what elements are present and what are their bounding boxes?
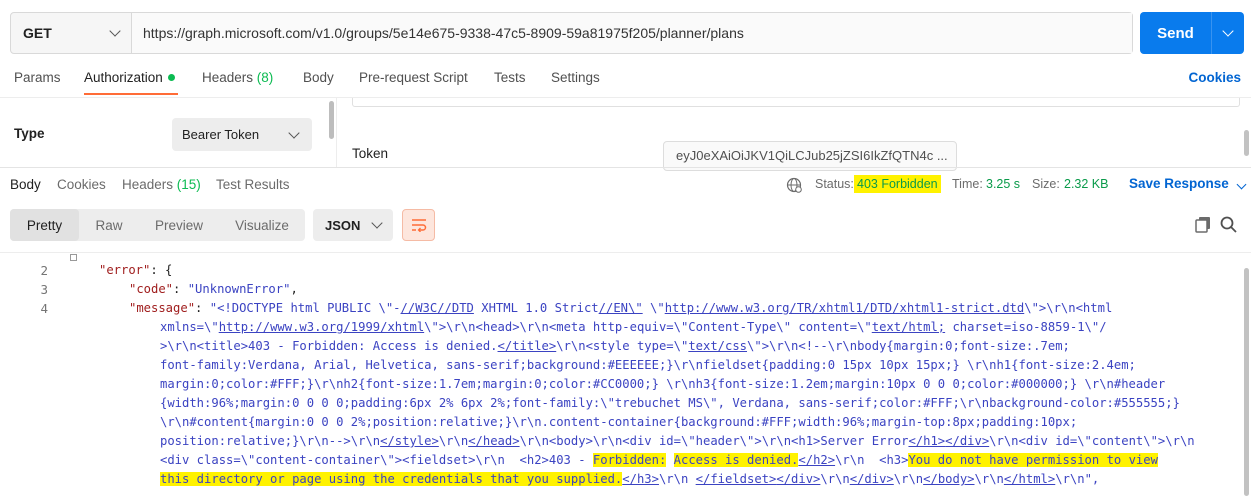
- tab-params[interactable]: Params: [14, 70, 61, 85]
- panel-divider: [336, 98, 337, 168]
- send-button-group: Send: [1140, 12, 1244, 54]
- view-pretty[interactable]: Pretty: [10, 209, 79, 241]
- chevron-down-icon: [109, 25, 121, 37]
- size-label: Size:: [1032, 177, 1060, 191]
- message-wrap-line: position:relative;}\r\n-->\r\n</style>\r…: [160, 434, 1195, 448]
- method-label: GET: [23, 25, 52, 41]
- right-scrollbar[interactable]: [1244, 130, 1249, 156]
- search-icon[interactable]: [1220, 216, 1237, 233]
- tab-settings[interactable]: Settings: [551, 70, 600, 85]
- response-scrollbar[interactable]: [1244, 268, 1249, 496]
- format-value: JSON: [325, 217, 361, 233]
- tab-response-headers[interactable]: Headers (15): [122, 177, 201, 192]
- message-wrap-line: margin:0;color:#FFF;}\r\nh2{font-size:1.…: [160, 377, 1166, 391]
- globe-icon[interactable]: [786, 177, 802, 193]
- request-tabs: Params Authorization Headers (8) Body Pr…: [0, 66, 1251, 97]
- highlight-forbidden: Forbidden:: [592, 453, 667, 467]
- response-body-viewer[interactable]: 2 3 4 "error": { "code": "UnknownError",…: [0, 252, 1251, 498]
- highlight-credentials: this directory or page using the credent…: [160, 472, 623, 486]
- active-dot: [167, 74, 175, 81]
- auth-type-select[interactable]: Bearer Token: [172, 118, 312, 151]
- message-wrap-line: font-family:Verdana, Arial, Helvetica, s…: [160, 358, 1136, 372]
- view-mode-selector: Pretty Raw Preview Visualize: [10, 209, 305, 241]
- view-visualize[interactable]: Visualize: [219, 209, 305, 241]
- chevron-down-icon: [288, 126, 300, 139]
- time-value: 3.25 s: [986, 177, 1021, 191]
- auth-type-value: Bearer Token: [182, 127, 260, 142]
- highlight-permission: You do not have permission to view: [908, 453, 1158, 467]
- tab-body[interactable]: Body: [303, 70, 334, 85]
- info-box: [352, 98, 1240, 107]
- time-label: Time:: [952, 177, 983, 191]
- status-badge: 403 Forbidden: [854, 175, 941, 193]
- line-number: 2: [40, 263, 48, 278]
- send-button[interactable]: Send: [1140, 12, 1211, 54]
- authorization-panel: Type Bearer Token Token eyJ0eXAiOiJKV1Qi…: [0, 97, 1251, 171]
- message-wrap-line: {width:96%;margin:0 0 0 0;padding:6px 2%…: [160, 396, 1180, 410]
- line-number: 4: [40, 301, 48, 316]
- tab-response-body[interactable]: Body: [10, 177, 41, 192]
- line-number: 3: [40, 282, 48, 297]
- highlight-access-denied: Access is denied.: [673, 453, 799, 467]
- message-wrap-line: >\r\n<title>403 - Forbidden: Access is d…: [160, 339, 1070, 353]
- copy-icon[interactable]: [1195, 216, 1211, 233]
- method-select[interactable]: GET: [11, 13, 132, 53]
- chevron-down-icon: [1236, 179, 1247, 190]
- type-label: Type: [14, 126, 45, 141]
- message-wrap-line: xmlns=\"http://www.w3.org/1999/xhtml\">\…: [160, 320, 1107, 334]
- tab-test-results[interactable]: Test Results: [216, 177, 290, 192]
- view-raw[interactable]: Raw: [79, 209, 139, 241]
- message-wrap-line: \r\n#content{margin:0 0 0 2%;position:re…: [160, 415, 1078, 429]
- code-line-2: "error": {: [99, 263, 173, 277]
- tab-pre-request-script[interactable]: Pre-request Script: [359, 70, 468, 85]
- code-line-4: "message": "<!DOCTYPE html PUBLIC \"-//W…: [129, 301, 1113, 315]
- request-bar: GET https://graph.microsoft.com/v1.0/gro…: [10, 12, 1133, 54]
- tab-authorization[interactable]: Authorization: [84, 70, 175, 85]
- cookies-link[interactable]: Cookies: [1188, 70, 1241, 85]
- url-text: https://graph.microsoft.com/v1.0/groups/…: [143, 25, 744, 41]
- message-wrap-line: <div class=\"content-container\"><fields…: [160, 453, 1158, 467]
- wrap-lines-button[interactable]: [402, 209, 435, 241]
- token-label: Token: [352, 146, 389, 161]
- format-select[interactable]: JSON: [313, 209, 393, 241]
- left-scrollbar[interactable]: [329, 101, 334, 139]
- fold-toggle-icon[interactable]: [70, 254, 77, 261]
- chevron-down-icon: [1222, 25, 1234, 37]
- save-response-button[interactable]: Save Response: [1129, 176, 1247, 191]
- message-wrap-line: this directory or page using the credent…: [160, 472, 1100, 486]
- tab-headers[interactable]: Headers (8): [202, 70, 273, 85]
- send-options-button[interactable]: [1211, 12, 1244, 54]
- tab-response-cookies[interactable]: Cookies: [57, 177, 106, 192]
- url-input[interactable]: https://graph.microsoft.com/v1.0/groups/…: [132, 13, 1132, 53]
- code-line-3: "code": "UnknownError",: [129, 282, 298, 296]
- view-preview[interactable]: Preview: [139, 209, 219, 241]
- response-tabs: Body Cookies Headers (15) Test Results S…: [0, 167, 1251, 202]
- wrap-lines-icon: [411, 219, 426, 232]
- size-value: 2.32 KB: [1064, 177, 1109, 191]
- tab-tests[interactable]: Tests: [494, 70, 526, 85]
- status-label: Status:: [815, 177, 854, 191]
- active-tab-underline: [84, 93, 178, 95]
- chevron-down-icon: [371, 217, 383, 229]
